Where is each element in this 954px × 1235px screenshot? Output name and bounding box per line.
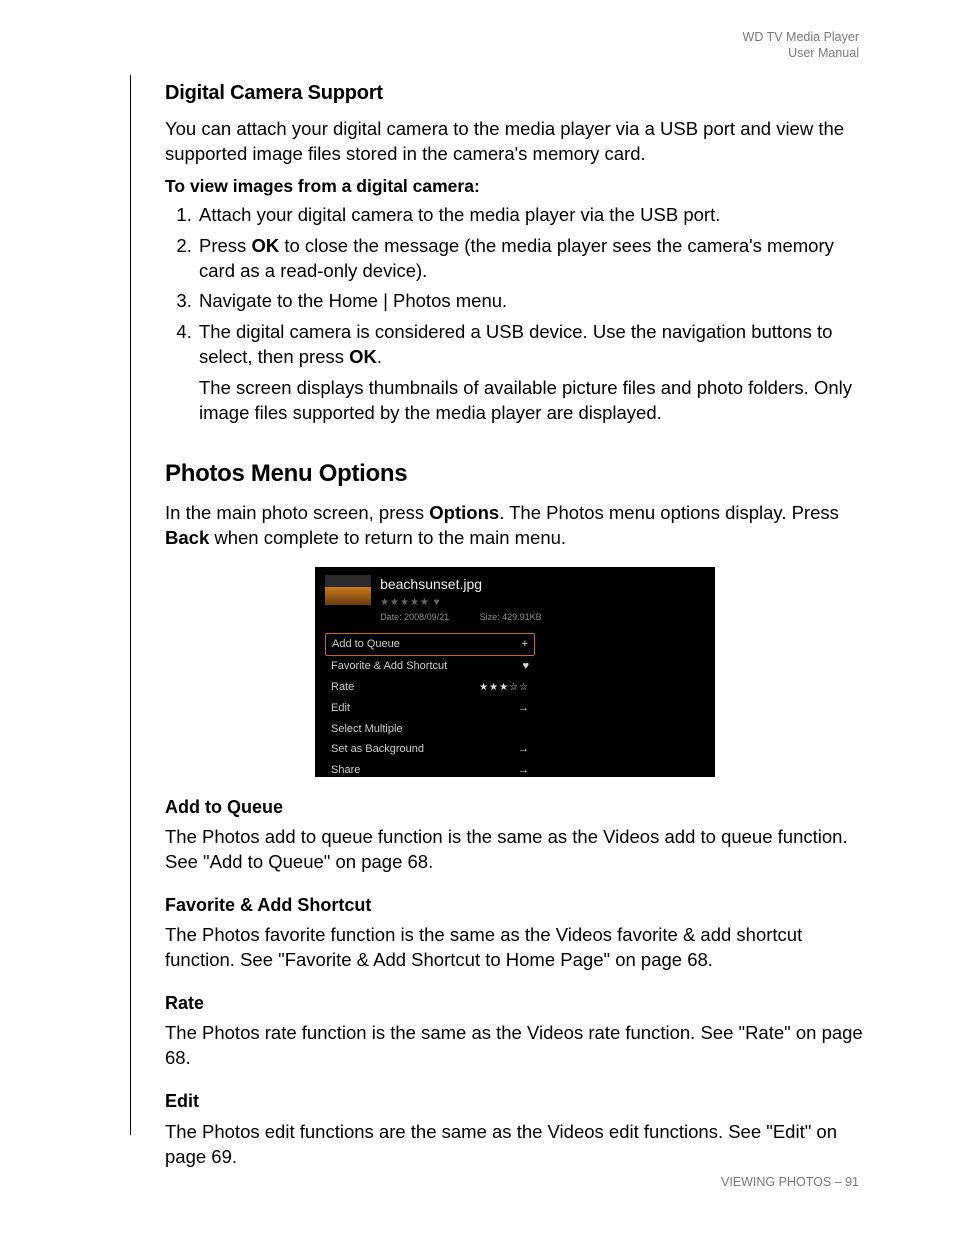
menu-item-select-multiple[interactable]: Select Multiple xyxy=(325,719,535,740)
label: Share xyxy=(331,763,360,778)
menu-item-share[interactable]: Share → xyxy=(325,760,535,781)
menu-item-favorite[interactable]: Favorite & Add Shortcut ♥ xyxy=(325,656,535,677)
step-follow: The screen displays thumbnails of availa… xyxy=(199,376,865,426)
footer-page: 91 xyxy=(845,1175,859,1189)
menu-item-edit[interactable]: Edit → xyxy=(325,698,535,719)
section-intro: In the main photo screen, press Options.… xyxy=(165,501,865,551)
menu-item-set-background[interactable]: Set as Background → xyxy=(325,739,535,760)
step-4: The digital camera is considered a USB d… xyxy=(197,320,865,426)
photo-filename: beachsunset.jpg xyxy=(380,575,542,594)
menu-item-rate[interactable]: Rate ★★★☆☆ xyxy=(325,677,535,698)
ok-label: OK xyxy=(251,235,279,256)
label: Select Multiple xyxy=(331,722,403,737)
sub-text: The Photos rate function is the same as … xyxy=(165,1021,865,1071)
photo-date: Date: 2008/09/21 xyxy=(380,612,449,622)
t: when complete to return to the main menu… xyxy=(209,527,566,548)
footer-dash: – xyxy=(831,1175,845,1189)
section-heading-digital-camera: Digital Camera Support xyxy=(165,80,865,107)
label: Add to Queue xyxy=(332,637,400,652)
section-heading-photos-menu: Photos Menu Options xyxy=(165,458,865,490)
page-content: Digital Camera Support You can attach yo… xyxy=(165,80,865,1170)
sub-heading-add-queue: Add to Queue xyxy=(165,795,865,819)
footer-section: VIEWING PHOTOS xyxy=(721,1175,831,1189)
star-icon: ★★★☆☆ xyxy=(479,681,529,695)
label: Edit xyxy=(331,701,350,716)
label: Rate xyxy=(331,680,354,695)
steps-label: To view images from a digital camera: xyxy=(165,175,865,199)
step-text: Press xyxy=(199,235,251,256)
rating-stars: ★★★★★ ♥ xyxy=(380,596,542,610)
heart-icon: ♥ xyxy=(522,659,529,674)
step-text: Navigate to the Home | Photos menu. xyxy=(199,290,507,311)
sub-text: The Photos favorite function is the same… xyxy=(165,923,865,973)
page-footer: VIEWING PHOTOS – 91 xyxy=(721,1174,859,1191)
t: . The Photos menu options display. Press xyxy=(499,502,839,523)
vertical-rule xyxy=(130,75,131,1135)
back-label: Back xyxy=(165,527,209,548)
sub-heading-favorite: Favorite & Add Shortcut xyxy=(165,893,865,917)
options-menu: Add to Queue + Favorite & Add Shortcut ♥ R… xyxy=(325,633,535,781)
step-text: to close the message (the media player s… xyxy=(199,235,834,281)
step-text: Attach your digital camera to the media … xyxy=(199,204,720,225)
doc-title: WD TV Media Player xyxy=(743,30,859,46)
sub-text: The Photos add to queue function is the … xyxy=(165,825,865,875)
doc-subtitle: User Manual xyxy=(743,46,859,62)
options-label: Options xyxy=(429,502,499,523)
embedded-screenshot: beachsunset.jpg ★★★★★ ♥ Date: 2008/09/21… xyxy=(315,567,715,777)
ok-label: OK xyxy=(349,346,377,367)
step-text: . xyxy=(377,346,382,367)
photo-info: beachsunset.jpg ★★★★★ ♥ Date: 2008/09/21… xyxy=(380,575,542,624)
sub-text: The Photos edit functions are the same a… xyxy=(165,1120,865,1170)
label: Set as Background xyxy=(331,742,424,757)
sub-heading-rate: Rate xyxy=(165,991,865,1015)
photo-thumbnail xyxy=(325,575,371,605)
arrow-right-icon: → xyxy=(518,701,529,716)
page-header: WD TV Media Player User Manual xyxy=(743,30,859,61)
menu-item-add-queue[interactable]: Add to Queue + xyxy=(325,633,535,656)
sub-heading-edit: Edit xyxy=(165,1089,865,1113)
steps-list: Attach your digital camera to the media … xyxy=(165,203,865,427)
photo-meta: Date: 2008/09/21 Size: 429.91KB xyxy=(380,611,542,623)
arrow-right-icon: → xyxy=(518,763,529,778)
step-3: Navigate to the Home | Photos menu. xyxy=(197,289,865,314)
photo-size: Size: 429.91KB xyxy=(480,611,542,623)
step-2: Press OK to close the message (the media… xyxy=(197,234,865,284)
label: Favorite & Add Shortcut xyxy=(331,659,447,674)
step-1: Attach your digital camera to the media … xyxy=(197,203,865,228)
t: In the main photo screen, press xyxy=(165,502,429,523)
step-text: The digital camera is considered a USB d… xyxy=(199,321,832,367)
section-intro: You can attach your digital camera to th… xyxy=(165,117,865,167)
plus-icon: + xyxy=(522,637,528,652)
arrow-right-icon: → xyxy=(518,742,529,757)
